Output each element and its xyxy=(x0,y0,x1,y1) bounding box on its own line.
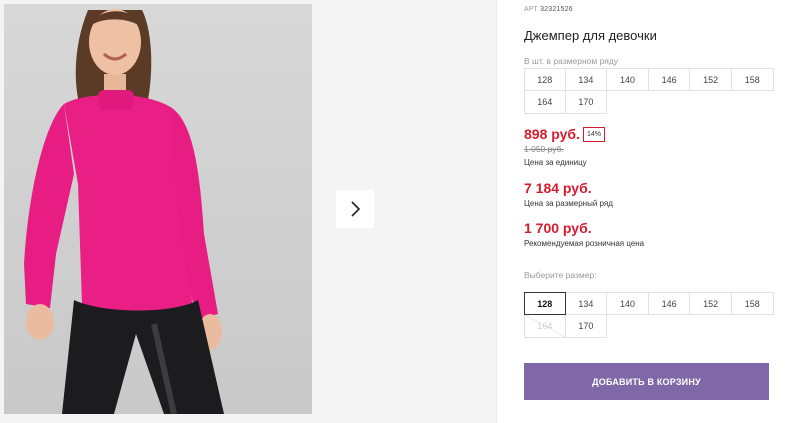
article-value: 32321526 xyxy=(540,6,573,13)
size-option[interactable]: 152 xyxy=(690,292,732,315)
size-select-grid: 128 134 140 146 152 158 164 170 xyxy=(524,292,774,338)
girl-in-pink-sweater-image xyxy=(24,9,224,414)
size-option[interactable]: 134 xyxy=(565,292,608,315)
size-row-cell: 170 xyxy=(565,91,608,114)
size-row-cell: 140 xyxy=(607,68,649,91)
product-photo[interactable] xyxy=(4,4,312,414)
product-gallery xyxy=(0,0,496,423)
size-row-cell: 128 xyxy=(524,68,566,91)
discount-badge: 14% xyxy=(583,127,606,142)
unit-price-caption: Цена за единицу xyxy=(524,158,587,167)
divider xyxy=(496,0,497,423)
retail-price-caption: Рекомендуемая розничная цена xyxy=(524,239,645,248)
size-option[interactable]: 170 xyxy=(565,315,608,338)
size-option[interactable]: 146 xyxy=(648,292,691,315)
unit-price: 898 руб. xyxy=(524,126,580,142)
size-row-cell: 146 xyxy=(648,68,691,91)
size-option[interactable]: 140 xyxy=(607,292,649,315)
size-row-cell: 152 xyxy=(690,68,732,91)
size-option-selected[interactable]: 128 xyxy=(524,292,566,315)
product-title: Джемпер для девочки xyxy=(524,28,657,43)
choose-size-label: Выберите размер: xyxy=(524,270,597,280)
size-row-cell: 158 xyxy=(731,68,774,91)
size-row-cell: 164 xyxy=(524,91,566,114)
next-image-button[interactable] xyxy=(336,190,374,228)
size-row-cell: 134 xyxy=(565,68,608,91)
article-label: АРТ xyxy=(524,6,538,13)
row-price-caption: Цена за размерный ряд xyxy=(524,199,613,208)
retail-price: 1 700 руб. xyxy=(524,220,592,236)
size-option-unavailable: 164 xyxy=(524,315,566,338)
row-price: 7 184 руб. xyxy=(524,180,592,196)
size-row-grid: 128 134 140 146 152 158 164 170 xyxy=(524,68,774,114)
old-price: 1 050 руб. xyxy=(524,144,564,154)
size-row-label: В шт. в размерном ряду xyxy=(524,56,619,66)
size-option[interactable]: 158 xyxy=(731,292,774,315)
article-number: АРТ 32321526 xyxy=(524,6,573,13)
chevron-right-icon xyxy=(351,201,361,217)
add-to-cart-button[interactable]: ДОБАВИТЬ В КОРЗИНУ xyxy=(524,363,769,400)
